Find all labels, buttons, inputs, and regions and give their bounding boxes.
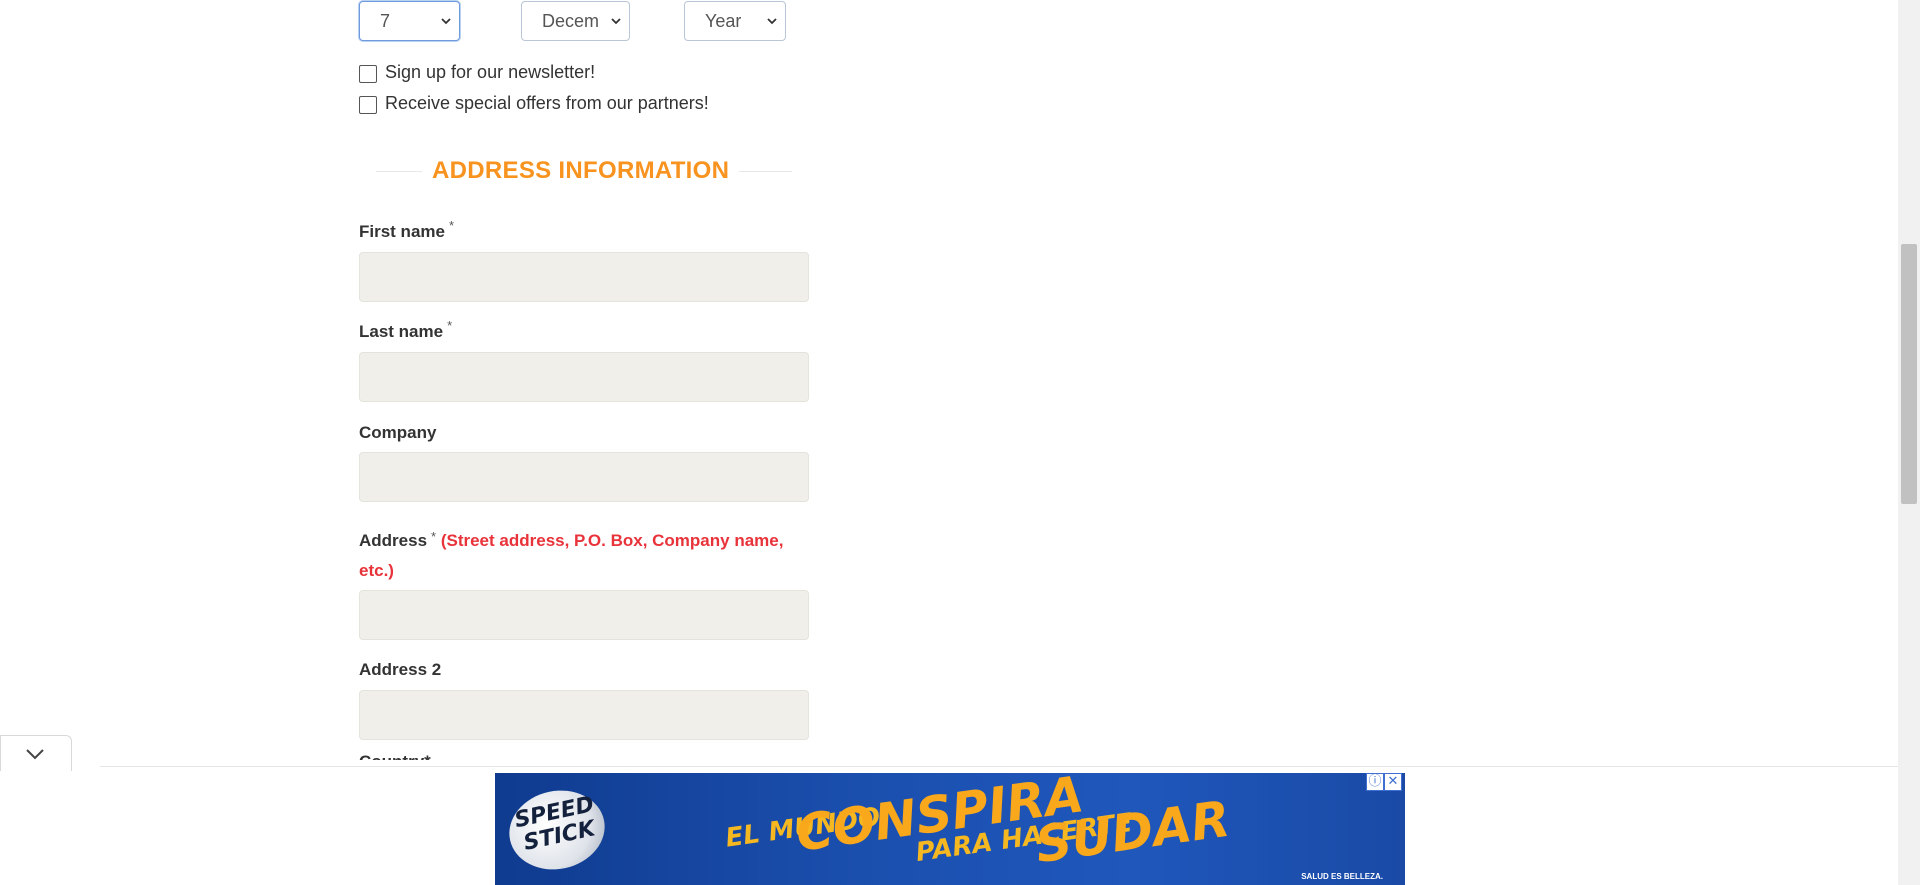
ad-banner[interactable]: SPEED STICK EL MUNDO CONSPIRA PARA HACER…: [495, 773, 1405, 885]
ad-controls: ⓘ ✕: [1366, 773, 1402, 791]
first-name-input[interactable]: [359, 252, 809, 302]
chevron-down-icon: [767, 18, 777, 25]
address2-input[interactable]: [359, 690, 809, 740]
chevron-down-icon: [611, 18, 621, 25]
dob-year-value: Year: [705, 10, 742, 31]
first-name-label: First name *: [359, 218, 454, 242]
address-hint: (Street address, P.O. Box, Company name,: [440, 531, 784, 550]
ad-divider: [100, 766, 1898, 767]
required-mark: *: [431, 529, 437, 544]
offers-checkbox[interactable]: [359, 96, 377, 114]
country-label-text: Country: [359, 752, 425, 771]
scrollbar-thumb[interactable]: [1901, 244, 1917, 504]
last-name-label: Last name *: [359, 318, 452, 342]
info-icon[interactable]: ⓘ: [1366, 773, 1384, 791]
newsletter-label: Sign up for our newsletter!: [385, 62, 596, 82]
address-hint-continued: etc.): [359, 561, 394, 580]
address-label-text: Address: [359, 531, 428, 550]
first-name-label-text: First name: [359, 222, 445, 241]
page: 7 Decem Year Sign up for our newsletter!…: [0, 0, 1920, 885]
vertical-scrollbar[interactable]: [1898, 0, 1920, 885]
chevron-down-icon: [26, 749, 44, 760]
address2-label: Address 2: [359, 660, 442, 679]
address-label: Address * (Street address, P.O. Box, Comp…: [359, 526, 819, 586]
last-name-input[interactable]: [359, 352, 809, 402]
offers-label: Receive special offers from our partners…: [385, 93, 709, 113]
dob-day-select[interactable]: 7: [359, 1, 460, 41]
required-mark: *: [448, 218, 455, 233]
chevron-down-icon: [441, 18, 451, 25]
newsletter-checkbox-row[interactable]: Sign up for our newsletter!: [359, 62, 595, 83]
country-label: Country*: [359, 752, 431, 771]
address-input[interactable]: [359, 590, 809, 640]
ad-tagline: SALUD ES BELLEZA.: [1301, 872, 1383, 881]
dob-month-select[interactable]: Decem: [521, 1, 630, 41]
required-mark: *: [447, 318, 453, 333]
dob-year-select[interactable]: Year: [684, 1, 786, 41]
newsletter-checkbox[interactable]: [359, 65, 377, 83]
company-input[interactable]: [359, 452, 809, 502]
last-name-label-text: Last name: [359, 322, 444, 341]
dob-day-value: 7: [380, 10, 391, 31]
address-section-title: ADDRESS INFORMATION: [422, 153, 740, 189]
speed-stick-logo: SPEED STICK: [501, 781, 613, 879]
address-section-header: ADDRESS INFORMATION: [376, 153, 792, 189]
required-mark: *: [424, 752, 431, 771]
company-label: Company: [359, 423, 437, 442]
close-icon[interactable]: ✕: [1384, 773, 1402, 791]
ad-brand: SPEED STICK: [512, 792, 598, 856]
dob-month-value: Decem: [542, 10, 598, 31]
offers-checkbox-row[interactable]: Receive special offers from our partners…: [359, 93, 709, 114]
ad-collapse-button[interactable]: [0, 735, 72, 771]
